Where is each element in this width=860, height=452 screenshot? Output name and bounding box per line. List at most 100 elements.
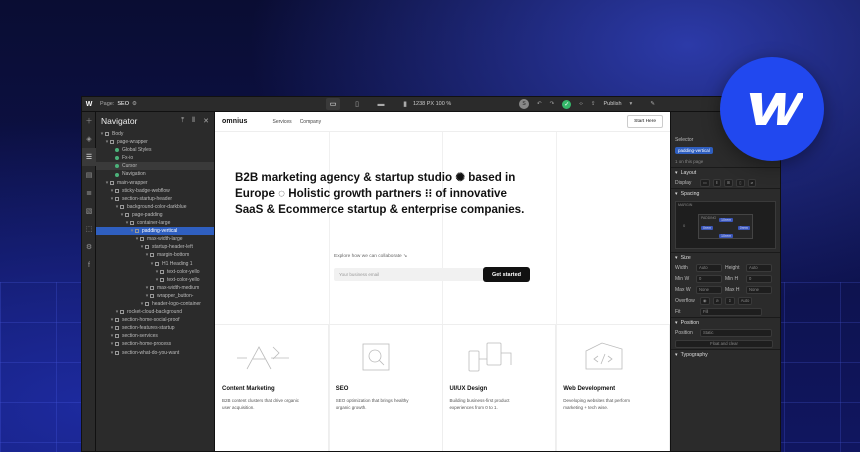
- navigator-item[interactable]: ▾ max-width-medium: [96, 284, 214, 292]
- start-here-button[interactable]: Start Here: [627, 115, 663, 128]
- share-icon[interactable]: ⇪: [591, 101, 596, 107]
- navigator-item[interactable]: ▾ section-home-process: [96, 340, 214, 348]
- display-grid-icon[interactable]: ⊞: [723, 178, 734, 187]
- page-settings-icon[interactable]: ⚙: [132, 101, 137, 107]
- navigator-item[interactable]: ▾ section-services: [96, 332, 214, 340]
- nav-link-services[interactable]: Services: [273, 119, 292, 125]
- display-flex-icon[interactable]: ⫴: [712, 178, 721, 187]
- element-box-icon: [105, 132, 109, 137]
- navigator-item[interactable]: ▾ section-startup-header: [96, 195, 214, 203]
- float-clear-button[interactable]: Float and clear: [675, 339, 773, 348]
- overflow-auto-button[interactable]: Auto: [737, 296, 753, 305]
- display-block-icon[interactable]: ▭: [700, 178, 710, 187]
- navigator-item[interactable]: ▾ rocket-cloud-background: [96, 308, 214, 316]
- fit-select[interactable]: Fill: [700, 307, 762, 316]
- collapse-icon[interactable]: ⤒: [181, 117, 184, 125]
- position-select[interactable]: Static: [700, 328, 772, 337]
- service-card-uiux[interactable]: UI/UX Design Building business-first pro…: [443, 325, 557, 451]
- service-card-content-marketing[interactable]: Content Marketing B2B content clusters t…: [215, 325, 329, 451]
- service-card-seo[interactable]: SEO SEO optimization that brings healthy…: [329, 325, 443, 451]
- height-input[interactable]: Auto: [746, 263, 772, 272]
- brush-icon[interactable]: ✎: [650, 101, 655, 107]
- webflow-logo-icon[interactable]: W: [82, 101, 96, 108]
- overflow-scroll-icon[interactable]: ⇕: [725, 296, 735, 305]
- page-selector[interactable]: Page: SEO ⚙: [100, 101, 137, 107]
- navigator-item[interactable]: Global Styles: [96, 146, 214, 154]
- site-brand[interactable]: omnius: [222, 118, 248, 125]
- add-panel-icon[interactable]: ＋: [82, 112, 96, 130]
- email-input[interactable]: Your business email: [334, 268, 484, 281]
- design-canvas[interactable]: omnius Services Company Start Here B2B m…: [215, 112, 670, 451]
- navigator-item[interactable]: ▾ section-features-startup: [96, 324, 214, 332]
- get-started-button[interactable]: Get started: [483, 267, 530, 282]
- spacing-section-header[interactable]: ▾ Spacing: [671, 188, 780, 198]
- width-input[interactable]: Auto: [696, 263, 722, 272]
- position-section-header[interactable]: ▾ Position: [671, 317, 780, 327]
- layout-section-header[interactable]: ▾ Layout: [671, 167, 780, 177]
- mobile-landscape-icon[interactable]: ▬: [374, 98, 388, 110]
- mobile-portrait-icon[interactable]: ▮: [398, 98, 412, 110]
- navigator-item[interactable]: ▾ section-what-do-you-want: [96, 349, 214, 357]
- navigator-icon[interactable]: ☰: [82, 148, 96, 166]
- navigator-item[interactable]: ▾ page-padding: [96, 211, 214, 219]
- tablet-breakpoint-icon[interactable]: ▯: [350, 98, 364, 110]
- padding-bottom-value[interactable]: 10rem: [719, 234, 734, 238]
- navigator-item[interactable]: ▾ section-home-social-proof: [96, 316, 214, 324]
- chevron-down-icon[interactable]: ▾: [630, 101, 633, 107]
- pages-icon[interactable]: ▤: [82, 166, 96, 184]
- margin-left-value[interactable]: 0: [683, 223, 685, 228]
- typography-section-header[interactable]: ▾ Typography: [671, 349, 780, 359]
- padding-left-value[interactable]: 0rem: [701, 226, 714, 230]
- display-inline-icon[interactable]: ▯: [736, 178, 745, 187]
- settings-icon[interactable]: ⚙: [82, 238, 96, 256]
- navigator-title: Navigator: [101, 116, 138, 126]
- nav-link-company[interactable]: Company: [300, 119, 321, 125]
- publish-button[interactable]: Publish: [604, 101, 622, 107]
- navigator-item[interactable]: ▾ max-width-large: [96, 235, 214, 243]
- min-w-input[interactable]: 0: [696, 274, 722, 283]
- fonts-icon[interactable]: f: [82, 256, 96, 274]
- redo-icon[interactable]: ↷: [550, 101, 555, 107]
- navigator-item[interactable]: Navigation: [96, 170, 214, 178]
- navigator-item[interactable]: ▾ Body: [96, 130, 214, 138]
- min-h-input[interactable]: 0: [746, 274, 772, 283]
- navigator-item[interactable]: ▾ header-logo-container: [96, 300, 214, 308]
- navigator-item[interactable]: ▾ sticky-badge-webflow: [96, 187, 214, 195]
- padding-right-value[interactable]: 0rem: [737, 226, 750, 230]
- selector-pill[interactable]: padding-vertical: [675, 147, 713, 154]
- navigator-item[interactable]: ▾ padding-vertical: [96, 227, 214, 236]
- navigator-item[interactable]: ▾ wrapper_button-: [96, 292, 214, 300]
- navigator-item[interactable]: ▾ container-large: [96, 219, 214, 227]
- navigator-item[interactable]: Cursor: [96, 162, 214, 171]
- close-icon[interactable]: ✕: [203, 117, 209, 125]
- navigator-item[interactable]: ▾ startup-header-left: [96, 243, 214, 251]
- max-w-input[interactable]: None: [696, 285, 722, 294]
- navigator-item[interactable]: ▾ text-color-yello: [96, 276, 214, 284]
- avatar[interactable]: S: [519, 99, 529, 109]
- service-card-web-dev[interactable]: Web Development Developing websites that…: [556, 325, 670, 451]
- components-icon[interactable]: ◈: [82, 130, 96, 148]
- navigator-item[interactable]: ▾ margin-bottom: [96, 251, 214, 259]
- display-none-icon[interactable]: ⌀: [747, 178, 757, 187]
- ecommerce-icon[interactable]: ⬚: [82, 220, 96, 238]
- overflow-visible-icon[interactable]: ◉: [700, 296, 710, 305]
- navigator-item[interactable]: Fx-io: [96, 154, 214, 162]
- cms-icon[interactable]: ≣: [82, 184, 96, 202]
- size-section-header[interactable]: ▾ Size: [671, 252, 780, 262]
- navigator-item[interactable]: ▾ text-color-yello: [96, 268, 214, 276]
- navigator-item[interactable]: ▾ background-color-darkblue: [96, 203, 214, 211]
- overflow-hidden-icon[interactable]: ⊘: [712, 296, 723, 305]
- element-box-icon: [110, 180, 114, 185]
- navigator-item[interactable]: ▾ main-wrapper: [96, 179, 214, 187]
- navigator-item[interactable]: ▾ H1 Heading 1: [96, 260, 214, 268]
- undo-icon[interactable]: ↶: [537, 101, 542, 107]
- padding-top-value[interactable]: 10rem: [719, 218, 734, 222]
- max-h-input[interactable]: None: [746, 285, 772, 294]
- pin-icon[interactable]: ⫴: [192, 117, 195, 125]
- navigator-item[interactable]: ▾ page-wrapper: [96, 138, 214, 146]
- assets-icon[interactable]: ▧: [82, 202, 96, 220]
- desktop-breakpoint-icon[interactable]: ▭: [326, 98, 340, 110]
- code-icon[interactable]: ‹›: [579, 101, 583, 107]
- hero-heading[interactable]: B2B marketing agency & startup studio ✺ …: [235, 170, 535, 218]
- spacing-editor[interactable]: MARGIN 0 PADDING 10rem 10rem 0rem 0rem: [675, 201, 776, 249]
